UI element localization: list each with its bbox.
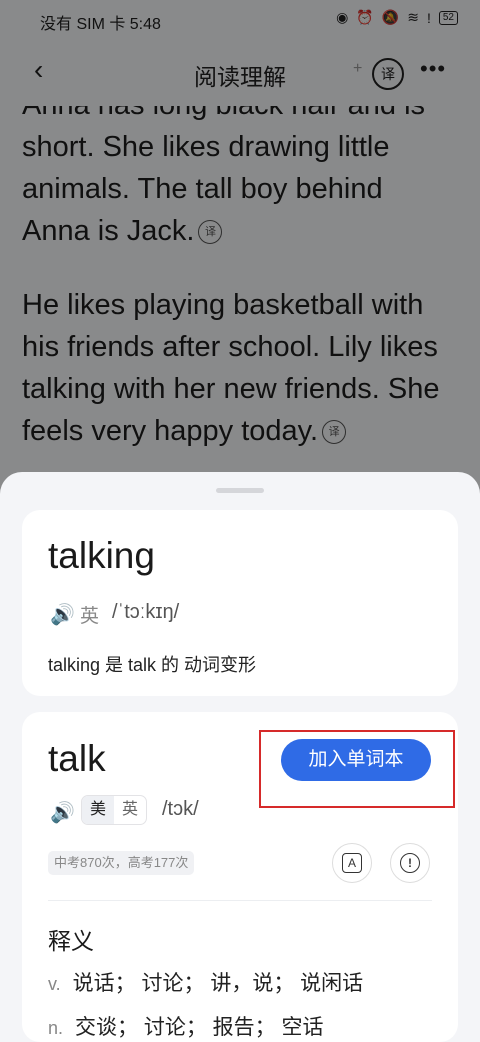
font-size-button[interactable]: A — [332, 843, 372, 883]
definition-text: 说话； 讨论； 讲，说； 说闲话 — [72, 972, 364, 995]
definition-text: 交谈； 讨论； 报告； 空话 — [75, 1016, 324, 1039]
phonetic: /ˈtɔːkɪŋ/ — [112, 601, 180, 623]
speaker-icon[interactable]: 🔊 — [50, 602, 75, 627]
highlight-box — [259, 730, 455, 808]
info-icon: ! — [400, 853, 420, 874]
part-of-speech: v. — [48, 974, 61, 994]
phonetic: /tɔk/ — [162, 798, 199, 820]
accent-uk-option[interactable]: 英 — [114, 796, 146, 824]
font-icon: A — [342, 853, 362, 874]
definition-row: n. 交谈； 讨论； 报告； 空话 — [48, 1011, 324, 1041]
part-of-speech: n. — [48, 1018, 64, 1038]
report-button[interactable]: ! — [390, 843, 430, 883]
drag-handle[interactable] — [216, 488, 264, 493]
accent-us-option[interactable]: 美 — [82, 796, 115, 824]
divider — [48, 900, 432, 901]
exam-frequency-badge: 中考870次，高考177次 — [48, 851, 195, 875]
accent-label: 英 — [80, 606, 100, 627]
word-title: talking — [48, 535, 155, 576]
word-form-note: talking 是 talk 的 动词变形 — [48, 655, 257, 675]
speaker-icon[interactable]: 🔊 — [50, 800, 75, 825]
definitions-title: 释义 — [48, 928, 94, 954]
accent-toggle[interactable]: 美 英 — [81, 795, 148, 825]
definition-row: v. 说话； 讨论； 讲，说； 说闲话 — [48, 967, 363, 997]
base-word-title: talk — [48, 738, 106, 779]
